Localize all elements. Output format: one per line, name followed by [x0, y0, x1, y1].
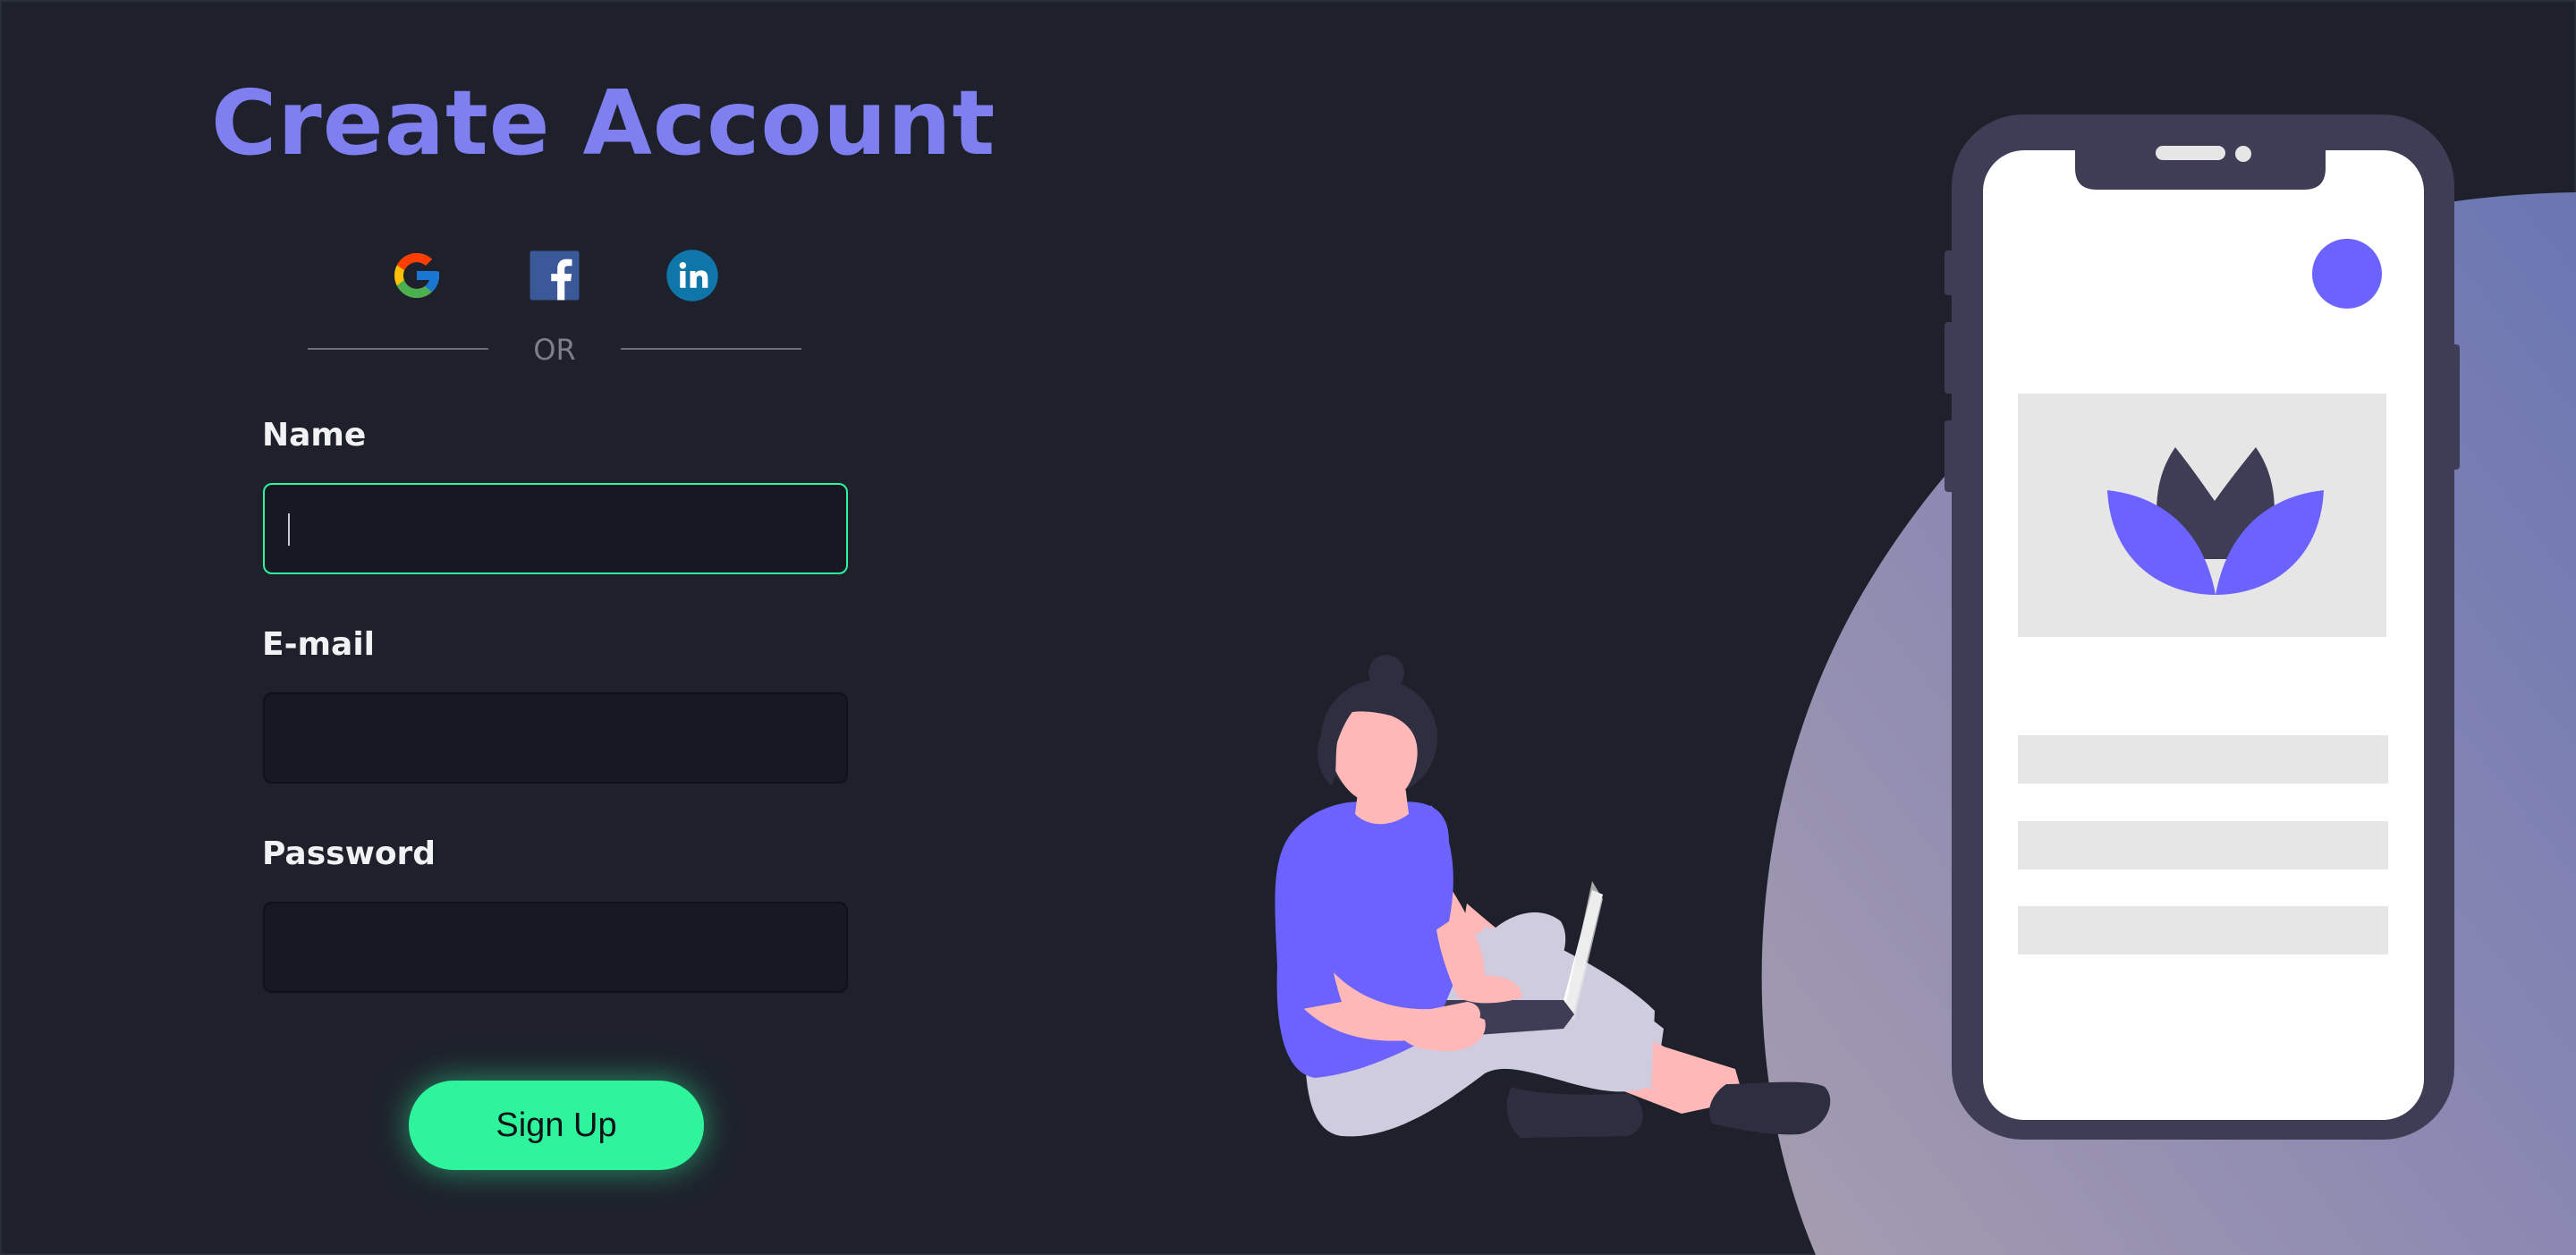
avatar-dot [2312, 239, 2382, 309]
smartphone-mockup [1945, 114, 2460, 1140]
signup-illustration [1275, 114, 2576, 1255]
woman-with-laptop [1275, 655, 1831, 1138]
